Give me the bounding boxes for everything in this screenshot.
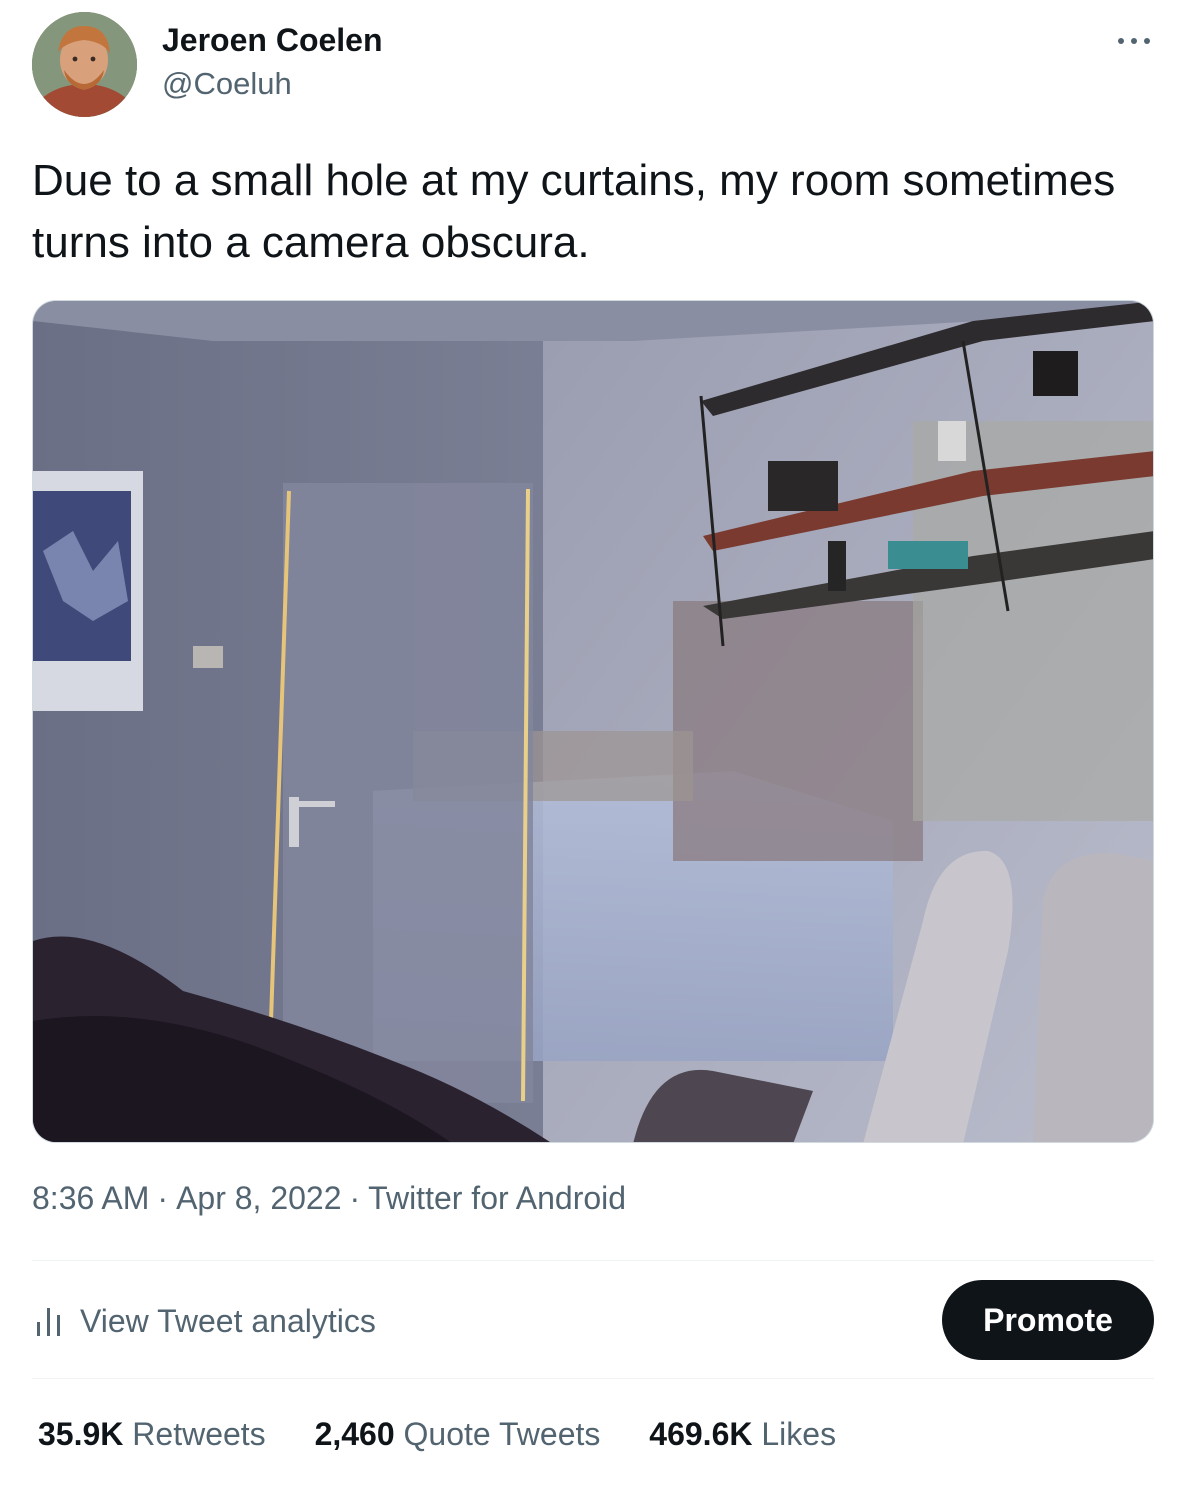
tweet-date-link[interactable]: Apr 8, 2022 [176, 1180, 341, 1216]
more-horizontal-icon-dot [1144, 38, 1150, 44]
room-photo [33, 301, 1153, 1142]
tweet-text: Due to a small hole at my curtains, my r… [32, 156, 1116, 267]
retweets-stat[interactable]: 35.9K Retweets [38, 1416, 266, 1452]
tweet-meta: 8:36 AM · Apr 8, 2022 · Twitter for Android [32, 1180, 626, 1217]
quote-tweets-label: Quote Tweets [403, 1416, 601, 1452]
avatar-image [32, 12, 137, 117]
view-analytics-link[interactable]: View Tweet analytics [36, 1300, 376, 1342]
quote-tweets-stat[interactable]: 2,460 Quote Tweets [315, 1416, 601, 1452]
tweet-photo[interactable] [32, 300, 1154, 1143]
quote-tweets-count: 2,460 [314, 1416, 395, 1452]
tweet-source-link[interactable]: Twitter for Android [368, 1180, 626, 1216]
avatar[interactable] [32, 12, 137, 117]
divider [32, 1260, 1154, 1261]
more-horizontal-icon [1118, 38, 1124, 44]
more-options-button[interactable] [1116, 22, 1152, 58]
divider [32, 1378, 1154, 1379]
likes-label: Likes [761, 1416, 837, 1452]
author-handle[interactable]: @Coeluh [162, 66, 292, 102]
more-horizontal-icon-dot [1131, 38, 1137, 44]
tweet-stats: 35.9K Retweets 2,460 Quote Tweets 469.6K… [38, 1416, 876, 1453]
meta-separator: · [157, 1180, 169, 1216]
meta-separator: · [349, 1180, 361, 1216]
view-analytics-label: View Tweet analytics [80, 1302, 376, 1339]
promote-button[interactable]: Promote [942, 1280, 1154, 1360]
bar-chart-icon [37, 1308, 60, 1336]
retweets-count: 35.9K [38, 1416, 124, 1452]
likes-count: 469.6K [649, 1416, 753, 1452]
author-name[interactable]: Jeroen Coelen [162, 22, 383, 59]
retweets-label: Retweets [132, 1416, 266, 1452]
tweet-time-link[interactable]: 8:36 AM [32, 1180, 149, 1216]
likes-stat[interactable]: 469.6K Likes [649, 1416, 836, 1452]
